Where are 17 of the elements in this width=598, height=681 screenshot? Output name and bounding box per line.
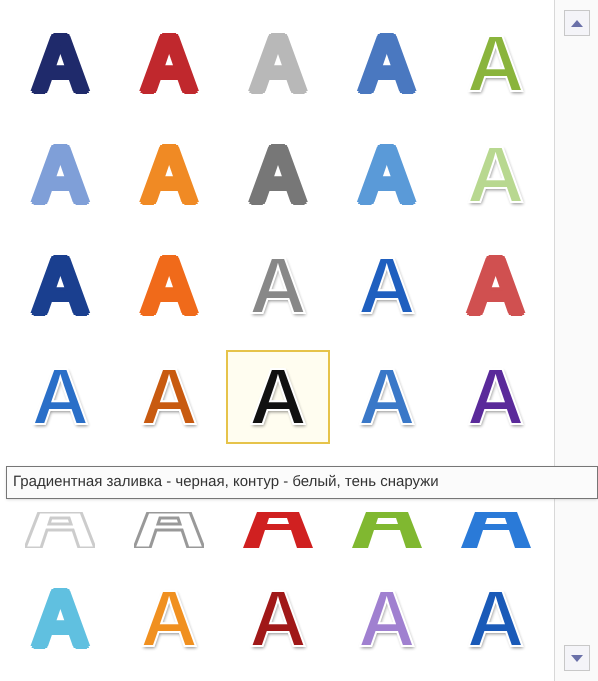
scroll-up-button[interactable]	[564, 10, 590, 36]
wordart-style-option[interactable]: A	[226, 128, 330, 222]
wordart-style-option[interactable]: A	[117, 16, 222, 111]
wordart-style-option[interactable]: A	[117, 128, 222, 222]
wordart-style-option[interactable]: A	[8, 16, 112, 111]
wordart-style-option[interactable]: A	[8, 238, 112, 333]
wordart-style-option[interactable]: A	[334, 128, 439, 222]
up-arrow-icon	[570, 20, 582, 26]
down-arrow-icon	[570, 654, 582, 662]
wordart-style-option[interactable]: A	[334, 16, 439, 111]
wordart-style-option[interactable]: A	[444, 238, 548, 333]
wordart-style-option[interactable]: A	[8, 128, 112, 222]
tooltip: Градиентная заливка - черная, контур - белый, тень снаружи	[6, 466, 598, 498]
scrollbar[interactable]	[554, 0, 598, 681]
wordart-style-option[interactable]: A	[226, 350, 330, 444]
wordart-style-option[interactable]: A	[117, 238, 222, 333]
scroll-down-button[interactable]	[564, 645, 590, 671]
